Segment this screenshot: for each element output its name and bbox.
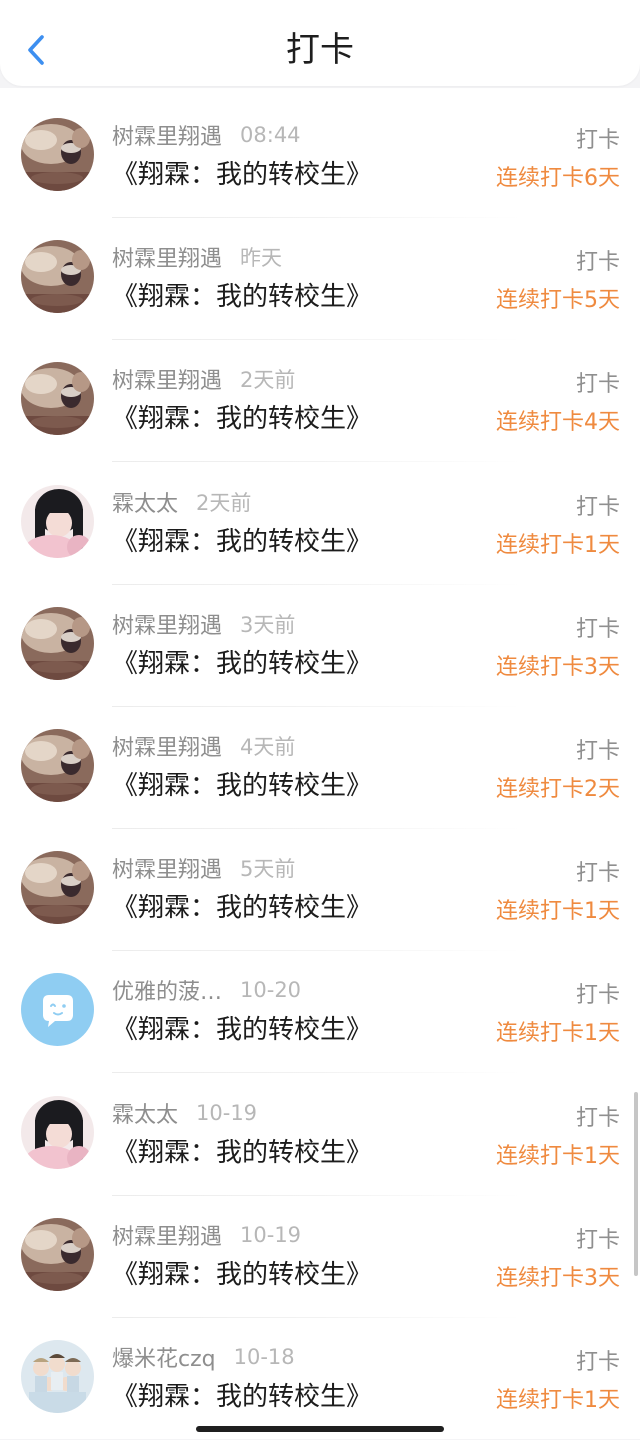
timestamp: 10-19 xyxy=(240,1222,302,1247)
list-item[interactable]: 霖太太 2天前《翔霖：我的转校生》 打卡连续打卡1天 xyxy=(0,463,640,585)
streak-label: 连续打卡1天 xyxy=(496,532,620,558)
timestamp: 2天前 xyxy=(196,490,252,515)
action-label: 打卡 xyxy=(575,1105,620,1131)
entry-meta: 树霖里翔遇 昨天 xyxy=(112,242,282,272)
username[interactable]: 树霖里翔遇 xyxy=(112,608,222,640)
entry-meta: 树霖里翔遇 3天前 xyxy=(112,609,295,639)
list-item[interactable]: 树霖里翔遇 10-19 《翔霖：我的转校生》 打卡连续打卡3天 xyxy=(0,1196,640,1318)
avatar[interactable] xyxy=(21,484,94,558)
streak-label: 连续打卡1天 xyxy=(496,1388,620,1413)
timestamp: 10-18 xyxy=(233,1345,295,1369)
list-item[interactable]: 优雅的菠… 10-20 《翔霖：我的转校生》 打卡连续打卡1天 xyxy=(0,951,640,1074)
book-title[interactable]: 《翔霖：我的转校生》 xyxy=(112,891,372,925)
username[interactable]: 树霖里翔遇 xyxy=(112,852,222,884)
avatar[interactable] xyxy=(21,851,94,925)
book-title[interactable]: 《翔霖：我的转校生》 xyxy=(112,1136,372,1170)
top-nav-bar: 打卡 xyxy=(0,0,640,86)
avatar[interactable] xyxy=(21,1340,94,1413)
avatar[interactable] xyxy=(21,606,94,680)
streak-label: 连续打卡1天 xyxy=(496,1143,620,1169)
timestamp: 2天前 xyxy=(240,368,296,393)
book-title[interactable]: 《翔霖：我的转校生》 xyxy=(112,647,372,681)
list-item[interactable]: 树霖里翔遇 4天前《翔霖：我的转校生》 打卡连续打卡2天 xyxy=(0,707,640,829)
streak-label: 连续打卡1天 xyxy=(496,1021,620,1047)
streak-label: 连续打卡6天 xyxy=(496,166,620,191)
action-label: 打卡 xyxy=(575,861,620,887)
username[interactable]: 树霖里翔遇 xyxy=(112,363,222,395)
book-title[interactable]: 《翔霖：我的转校生》 xyxy=(112,1258,372,1292)
list-item[interactable]: 树霖里翔遇 5天前《翔霖：我的转校生》 打卡连续打卡1天 xyxy=(0,829,640,952)
streak-label: 连续打卡1天 xyxy=(496,899,620,925)
list-item[interactable]: 树霖里翔遇 3天前《翔霖：我的转校生》 打卡连续打卡3天 xyxy=(0,585,640,707)
action-label: 打卡 xyxy=(575,128,620,153)
streak-label: 连续打卡5天 xyxy=(496,288,620,314)
scrollbar[interactable] xyxy=(634,1092,638,1276)
action-label: 打卡 xyxy=(575,983,620,1009)
entry-meta: 树霖里翔遇 10-19 xyxy=(112,1220,301,1250)
avatar[interactable] xyxy=(21,729,94,802)
book-title[interactable]: 《翔霖：我的转校生》 xyxy=(112,280,372,314)
list-item[interactable]: 树霖里翔遇 08:44 《翔霖：我的转校生》 打卡连续打卡6天 xyxy=(0,96,640,218)
timestamp: 4天前 xyxy=(240,735,296,759)
streak-label: 连续打卡3天 xyxy=(496,1265,620,1291)
book-title[interactable]: 《翔霖：我的转校生》 xyxy=(112,1013,372,1047)
action-label: 打卡 xyxy=(575,1350,620,1375)
entry-meta: 树霖里翔遇 4天前 xyxy=(112,731,295,761)
username[interactable]: 树霖里翔遇 xyxy=(112,730,222,762)
entry-meta: 树霖里翔遇 08:44 xyxy=(112,120,301,150)
home-indicator xyxy=(196,1426,444,1432)
timestamp: 昨天 xyxy=(240,246,283,271)
action-label: 打卡 xyxy=(575,616,620,642)
streak-label: 连续打卡2天 xyxy=(496,777,620,802)
entry-meta: 爆米花czq 10-18 xyxy=(112,1342,295,1372)
timestamp: 10-19 xyxy=(196,1100,258,1125)
book-title[interactable]: 《翔霖：我的转校生》 xyxy=(112,769,372,803)
entry-meta: 树霖里翔遇 5天前 xyxy=(112,853,295,883)
username[interactable]: 霖太太 xyxy=(112,486,178,518)
action-label: 打卡 xyxy=(575,494,620,520)
streak-label: 连续打卡4天 xyxy=(496,410,620,436)
username[interactable]: 爆米花czq xyxy=(112,1341,216,1373)
timestamp: 08:44 xyxy=(240,123,301,147)
avatar[interactable] xyxy=(21,118,94,191)
username[interactable]: 优雅的菠… xyxy=(112,974,222,1006)
entry-meta: 树霖里翔遇 2天前 xyxy=(112,364,295,394)
book-title[interactable]: 《翔霖：我的转校生》 xyxy=(112,1380,372,1414)
list-item[interactable]: 树霖里翔遇 2天前《翔霖：我的转校生》 打卡连续打卡4天 xyxy=(0,340,640,463)
username[interactable]: 霖太太 xyxy=(112,1097,178,1129)
action-label: 打卡 xyxy=(575,372,620,398)
timestamp: 3天前 xyxy=(240,612,296,637)
avatar[interactable] xyxy=(21,240,94,314)
action-label: 打卡 xyxy=(575,1227,620,1253)
username[interactable]: 树霖里翔遇 xyxy=(112,119,222,151)
username[interactable]: 树霖里翔遇 xyxy=(112,1219,222,1251)
entry-meta: 优雅的菠… 10-20 xyxy=(112,975,301,1005)
checkin-list: 树霖里翔遇 08:44 《翔霖：我的转校生》 打卡 连续打卡6天 树霖里翔遇 昨天 《翔霖：我… xyxy=(0,88,640,1439)
streak-label: 连续打卡3天 xyxy=(496,654,620,680)
avatar[interactable] xyxy=(21,1217,94,1291)
list-item[interactable]: 树霖里翔遇 昨天《翔霖：我的转校生》 打卡连续打卡5天 xyxy=(0,218,640,341)
action-label: 打卡 xyxy=(575,250,620,276)
entry-meta: 霖太太 10-19 xyxy=(112,1098,257,1128)
book-title[interactable]: 《翔霖：我的转校生》 xyxy=(112,158,372,192)
username[interactable]: 树霖里翔遇 xyxy=(112,241,222,273)
entry-meta: 霖太太 2天前 xyxy=(112,487,251,517)
timestamp: 5天前 xyxy=(240,857,296,882)
avatar[interactable] xyxy=(21,973,94,1047)
avatar[interactable] xyxy=(21,1095,94,1169)
action-label: 打卡 xyxy=(575,739,620,764)
page-title: 打卡 xyxy=(286,30,354,70)
book-title[interactable]: 《翔霖：我的转校生》 xyxy=(112,525,372,559)
list-item[interactable]: 霖太太 10-19 《翔霖：我的转校生》 打卡连续打卡1天 xyxy=(0,1074,640,1196)
timestamp: 10-20 xyxy=(240,978,302,1003)
book-title[interactable]: 《翔霖：我的转校生》 xyxy=(112,402,372,436)
avatar[interactable] xyxy=(21,362,94,436)
list-item[interactable]: 爆米花czq 10-18 《翔霖：我的转校生》 打卡连续打卡1天 xyxy=(0,1318,640,1440)
